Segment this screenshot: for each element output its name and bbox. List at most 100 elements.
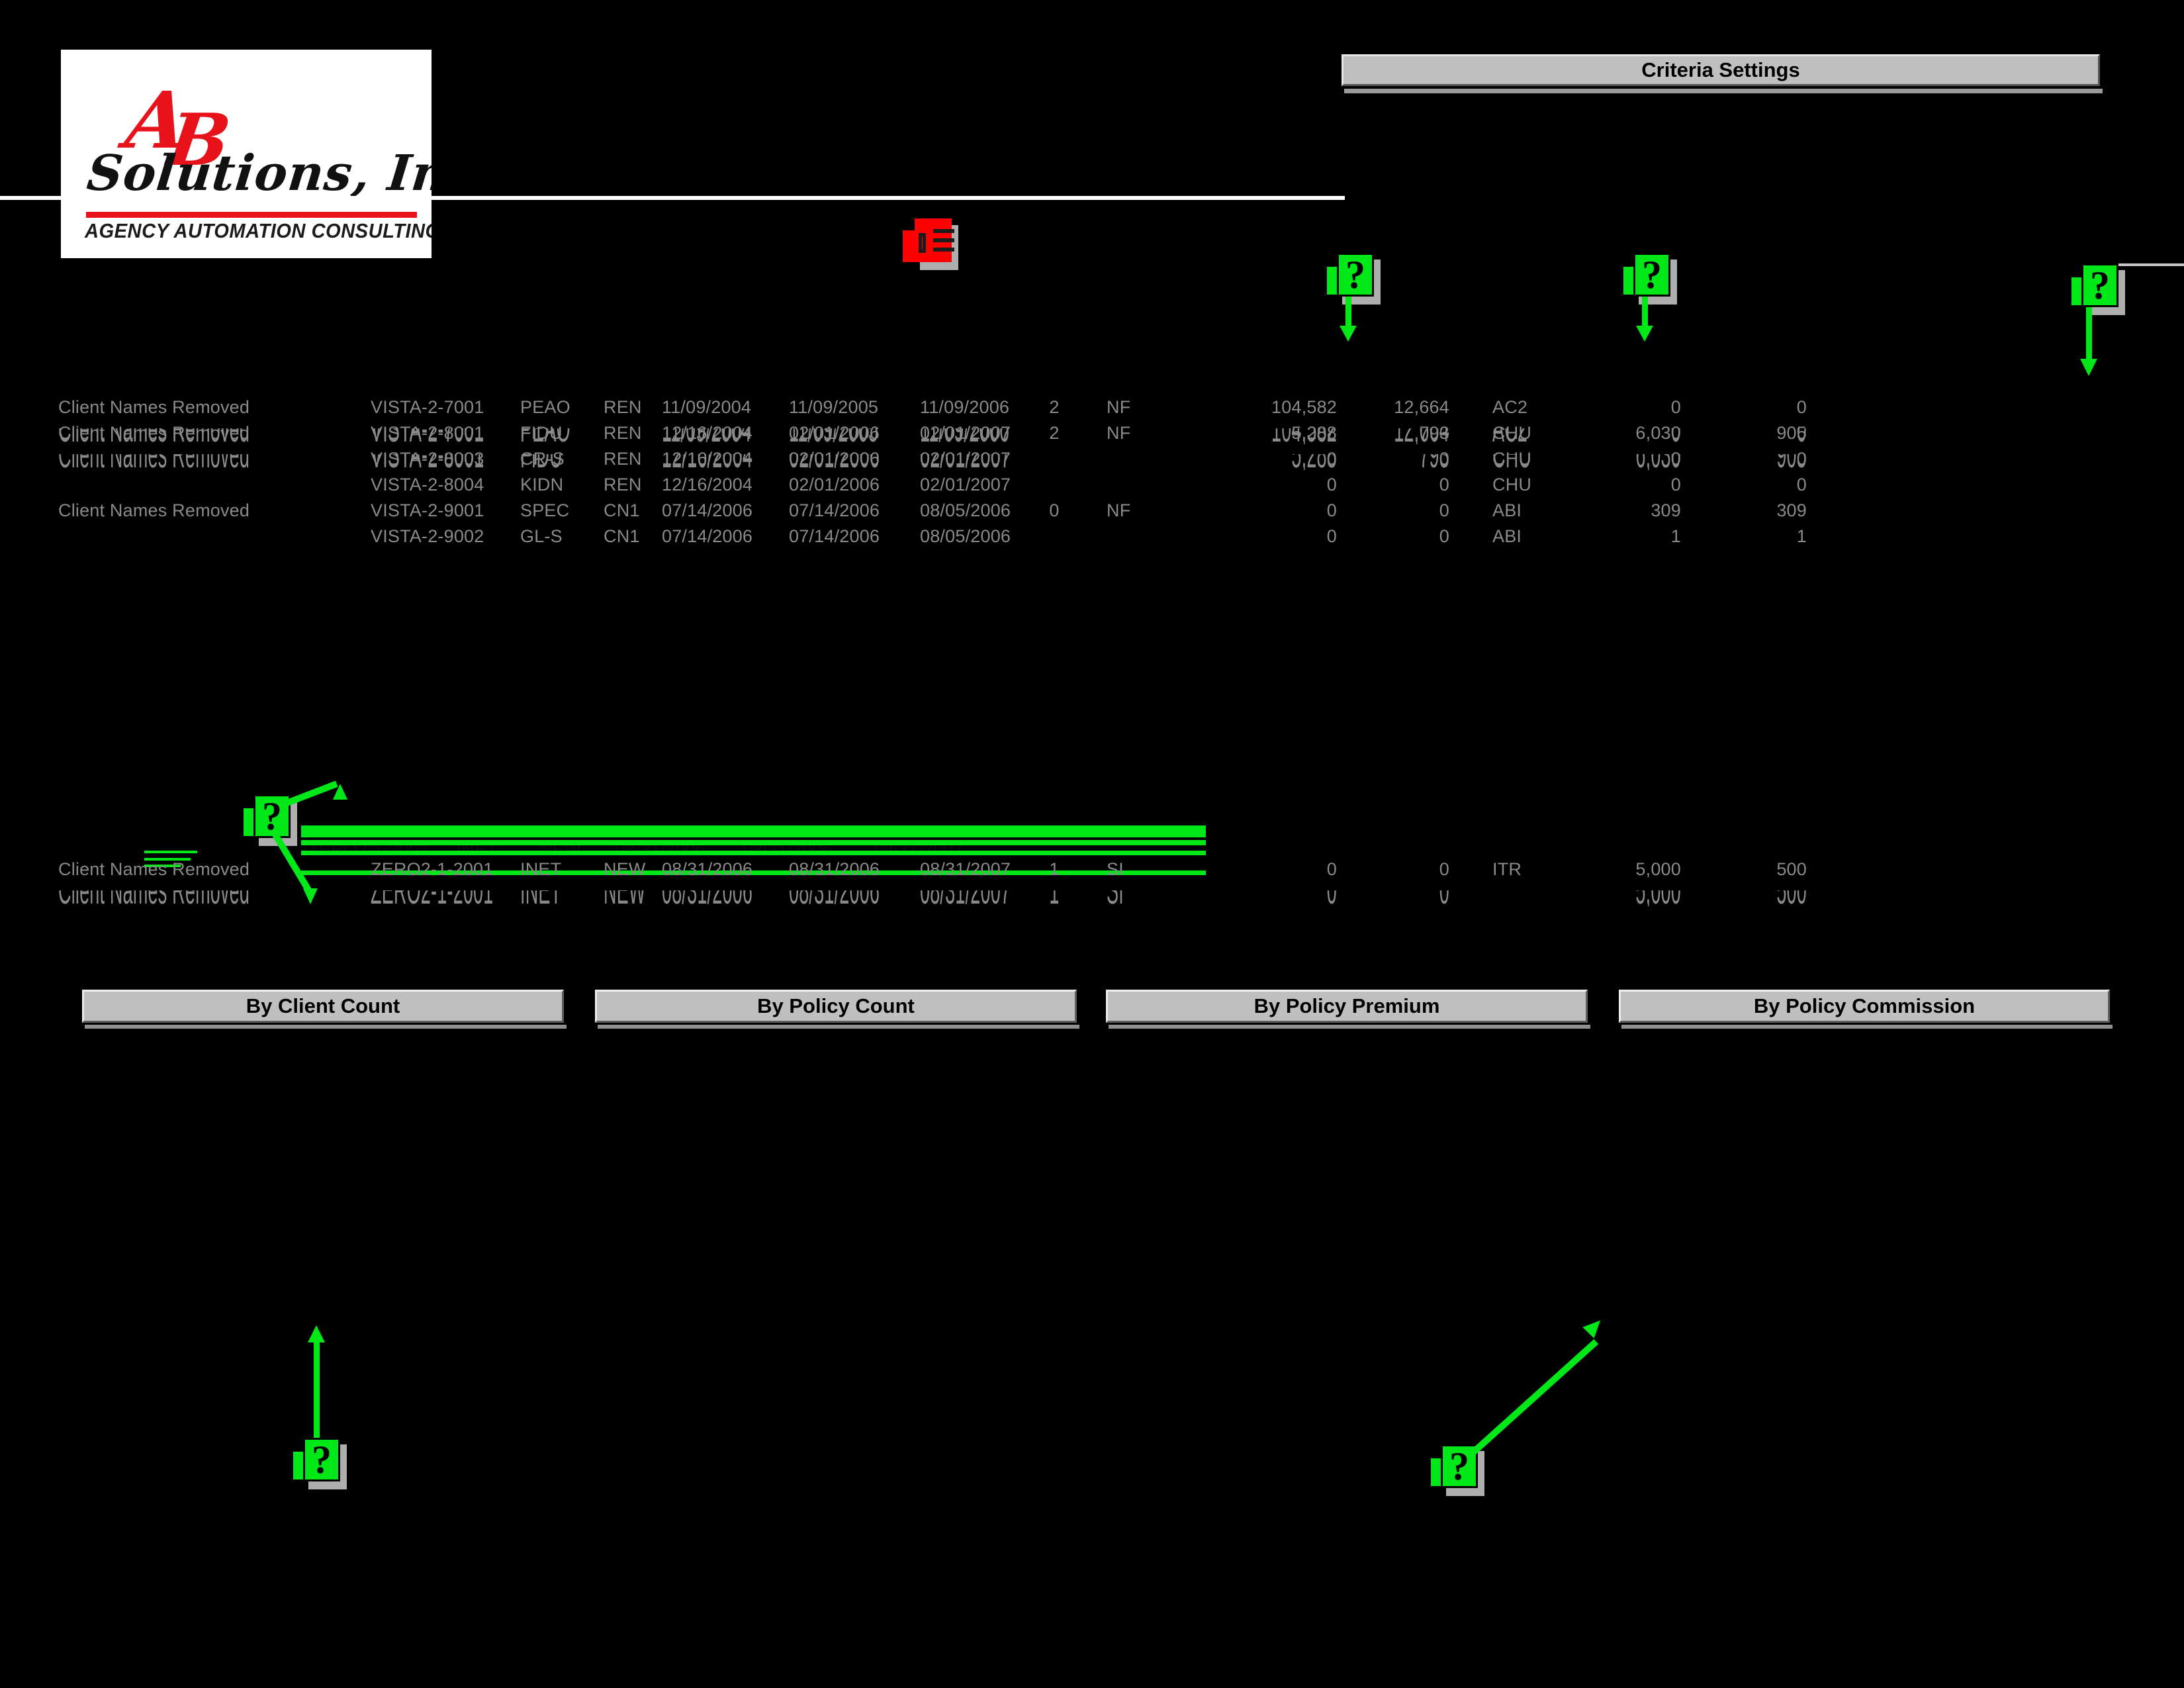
cell-client: Client Names Removed (58, 423, 323, 443)
cell-value2: 0 (1796, 475, 1807, 494)
cell-premium: 5,288 (1231, 423, 1337, 443)
cell-status: NF (1107, 397, 1131, 417)
cell-premium: 0 (1231, 859, 1337, 879)
cell-policy: VISTA-2-9001 (371, 500, 484, 520)
document-list-icon (915, 218, 954, 262)
cell-value1: 6,030 (1588, 423, 1681, 443)
table-row-zero[interactable]: Client Names Removed ZERO2-1-2001 INET N… (0, 859, 2184, 887)
callout-help-3[interactable]: ? (2070, 263, 2125, 315)
callout-4-arrow-up (279, 780, 366, 822)
cell-value1: 0 (1670, 475, 1681, 494)
company-logo: AB Solutions, Inc. AGENCY AUTOMATION CON… (61, 50, 432, 258)
cell-value2: 0 (1796, 449, 1807, 469)
cell-eff-date: 11/09/2004 (662, 397, 794, 417)
cell-count: 0 (1049, 500, 1060, 520)
cell-type: REN (604, 475, 642, 494)
cell-premium: 0 (1326, 475, 1337, 494)
cell-value1: 1 (1670, 526, 1681, 546)
cell-exp-date: 02/01/2006 (789, 423, 921, 443)
callout-3-arrow-head (2080, 359, 2097, 376)
by-policy-premium-button[interactable]: By Policy Premium (1106, 990, 1588, 1023)
cell-client: Client Names Removed (58, 397, 323, 417)
cell-exp-date: 02/01/2006 (789, 475, 880, 494)
cell-type: CN1 (604, 526, 640, 546)
cell-count: 1 (1042, 859, 1066, 879)
cell-client: Client Names Removed (58, 500, 250, 520)
cell-renew-date: 02/01/2007 (920, 423, 1052, 443)
by-client-count-button[interactable]: By Client Count (82, 990, 564, 1023)
cell-renew-date: 08/31/2007 (920, 859, 1052, 879)
callout-help-2[interactable]: ? (1621, 253, 1677, 305)
button-shadow (598, 1025, 1079, 1029)
cell-eff-date: 07/14/2006 (662, 500, 753, 520)
cell-premium: 0 (1326, 449, 1337, 469)
cell-value1: 0 (1670, 449, 1681, 469)
cell-premium: 0 (1326, 526, 1337, 546)
cell-code: ABI (1492, 500, 1522, 520)
cell-value1: 0 (1588, 397, 1681, 417)
cell-client: Client Names Removed (58, 859, 323, 879)
cell-commission: 12,664 (1357, 397, 1449, 417)
cell-line: CR-S (520, 449, 565, 469)
logo-tagline: AGENCY AUTOMATION CONSULTING (85, 219, 432, 242)
cell-count: 2 (1049, 397, 1060, 417)
cell-premium: 104,582 (1231, 397, 1337, 417)
button-shadow (1621, 1025, 2113, 1029)
cell-type: REN (604, 449, 642, 469)
cell-type: CN1 (604, 500, 640, 520)
cell-type: NEW (604, 859, 660, 879)
logo-company-name: Solutions, Inc. (84, 145, 432, 202)
cell-type: REN (604, 397, 642, 417)
table-row[interactable]: VISTA-2-8003 CR-S REN 12/16/2004 02/01/2… (0, 449, 2184, 475)
button-shadow (85, 1025, 567, 1029)
cell-exp-date: 02/01/2006 (789, 449, 880, 469)
cell-line: SPEC (520, 500, 570, 520)
question-mark-icon: ? (1345, 253, 1365, 297)
cell-value1: 309 (1651, 500, 1681, 520)
cell-exp-date: 07/14/2006 (789, 526, 880, 546)
callout-1-arrow-head (1340, 326, 1357, 342)
callout-red-document[interactable] (903, 218, 958, 270)
cell-value2: 0 (1714, 397, 1807, 417)
cell-policy: VISTA-2-7001 (371, 397, 516, 417)
callout-2-arrow-head (1636, 326, 1653, 342)
question-mark-icon: ? (312, 1438, 332, 1481)
criteria-settings-header[interactable]: Criteria Settings (1342, 54, 2100, 86)
cell-code: CHU (1492, 423, 1552, 443)
cell-value2: 500 (1714, 859, 1807, 879)
cell-value2: 1 (1796, 526, 1807, 546)
cell-eff-date: 12/16/2004 (662, 423, 794, 443)
cell-policy: VISTA-2-8004 (371, 475, 484, 494)
cell-status: NF (1107, 423, 1131, 443)
cell-policy: VISTA-2-9002 (371, 526, 484, 546)
cell-value1: 5,000 (1588, 859, 1681, 879)
cell-count: 2 (1049, 423, 1060, 443)
cell-line: GL-S (520, 526, 563, 546)
callout-6-arrow (1469, 1315, 1668, 1456)
cell-status: NF (1107, 500, 1131, 520)
table-row[interactable]: Client Names Removed VISTA-2-8001 FIDU R… (0, 423, 2184, 449)
cell-code: ABI (1492, 526, 1522, 546)
button-shadow (1109, 1025, 1590, 1029)
table-row[interactable]: Client Names Removed VISTA-2-7001 PEAO R… (0, 397, 2184, 423)
cell-exp-date: 11/09/2005 (789, 397, 921, 417)
cell-commission: 0 (1439, 500, 1449, 520)
cell-commission: 793 (1357, 423, 1449, 443)
callout-help-5[interactable]: ? (291, 1438, 347, 1489)
cell-eff-date: 12/16/2004 (662, 475, 753, 494)
cell-exp-date: 07/14/2006 (789, 500, 880, 520)
by-policy-commission-button[interactable]: By Policy Commission (1619, 990, 2110, 1023)
table-row[interactable]: VISTA-2-9002 GL-S CN1 07/14/2006 07/14/2… (0, 526, 2184, 552)
cell-renew-date: 02/01/2007 (920, 449, 1011, 469)
by-policy-count-button[interactable]: By Policy Count (595, 990, 1077, 1023)
callout-help-1[interactable]: ? (1325, 253, 1381, 305)
cell-renew-date: 08/05/2006 (920, 500, 1011, 520)
cell-commission: 0 (1439, 526, 1449, 546)
cell-value2: 309 (1776, 500, 1807, 520)
cell-code: CHU (1492, 449, 1532, 469)
callout-5-arrow-head (308, 1325, 325, 1342)
cell-policy: VISTA-2-8001 (371, 423, 516, 443)
table-row[interactable]: Client Names Removed VISTA-2-9001 SPEC C… (0, 500, 2184, 526)
logo-red-rule (86, 212, 417, 218)
table-row[interactable]: VISTA-2-8004 KIDN REN 12/16/2004 02/01/2… (0, 475, 2184, 500)
